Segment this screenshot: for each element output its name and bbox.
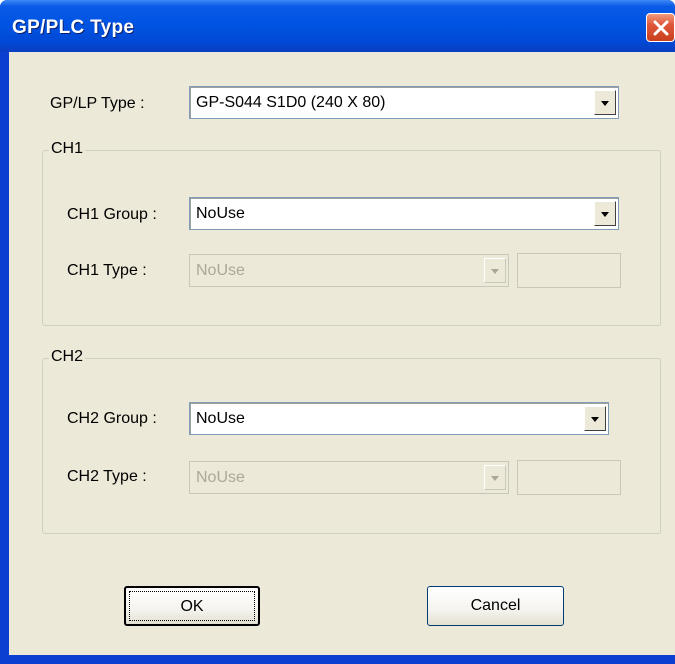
ch2-group-dropdown-button[interactable]: [584, 406, 606, 431]
ch1-type-label: CH1 Type :: [67, 262, 147, 279]
ch2-group-label: CH2 Group :: [67, 410, 157, 427]
ch1-groupbox: CH1: [42, 140, 661, 326]
chevron-down-icon: [591, 417, 599, 422]
gp-type-value: GP-S044 S1D0 (240 X 80): [196, 94, 386, 111]
ch1-group-label: CH1 Group :: [67, 206, 157, 223]
ch1-type-dropdown[interactable]: NoUse: [189, 254, 509, 287]
ch1-group-value: NoUse: [196, 205, 245, 222]
chevron-down-icon: [491, 269, 499, 274]
gp-type-label: GP/LP Type :: [50, 95, 145, 112]
dialog-window: GP/PLC Type GP/LP Type : GP-S044 S1D0 (2…: [0, 0, 675, 664]
ch2-group-dropdown[interactable]: NoUse: [189, 402, 609, 435]
ch1-group-dropdown-button[interactable]: [594, 201, 616, 226]
ch1-legend: CH1: [49, 140, 86, 158]
cancel-button[interactable]: Cancel: [427, 586, 564, 626]
ok-button-label: OK: [180, 598, 204, 615]
close-button[interactable]: [646, 13, 675, 42]
ch2-type-dropdown[interactable]: NoUse: [189, 461, 509, 494]
ch2-type-extra-field[interactable]: [517, 460, 621, 495]
title-bar[interactable]: GP/PLC Type: [0, 0, 675, 52]
gp-type-dropdown[interactable]: GP-S044 S1D0 (240 X 80): [189, 86, 619, 119]
chevron-down-icon: [491, 476, 499, 481]
ch2-groupbox: CH2: [42, 348, 661, 534]
cancel-button-label: Cancel: [470, 597, 521, 614]
ch2-type-label: CH2 Type :: [67, 468, 147, 485]
ch2-type-value: NoUse: [196, 469, 245, 486]
dialog-body: GP/LP Type : GP-S044 S1D0 (240 X 80) CH1…: [9, 52, 675, 655]
gp-type-dropdown-button[interactable]: [594, 90, 616, 115]
ch1-type-value: NoUse: [196, 262, 245, 279]
window-title: GP/PLC Type: [12, 17, 135, 38]
chevron-down-icon: [601, 101, 609, 106]
ch1-type-extra-field[interactable]: [517, 253, 621, 288]
ch2-type-dropdown-button[interactable]: [484, 465, 506, 490]
ok-button[interactable]: OK: [124, 586, 260, 626]
ch2-legend: CH2: [49, 348, 86, 366]
close-icon: [653, 20, 669, 36]
ch1-group-dropdown[interactable]: NoUse: [189, 197, 619, 230]
ch1-type-dropdown-button[interactable]: [484, 258, 506, 283]
chevron-down-icon: [601, 212, 609, 217]
ch2-group-value: NoUse: [196, 410, 245, 427]
